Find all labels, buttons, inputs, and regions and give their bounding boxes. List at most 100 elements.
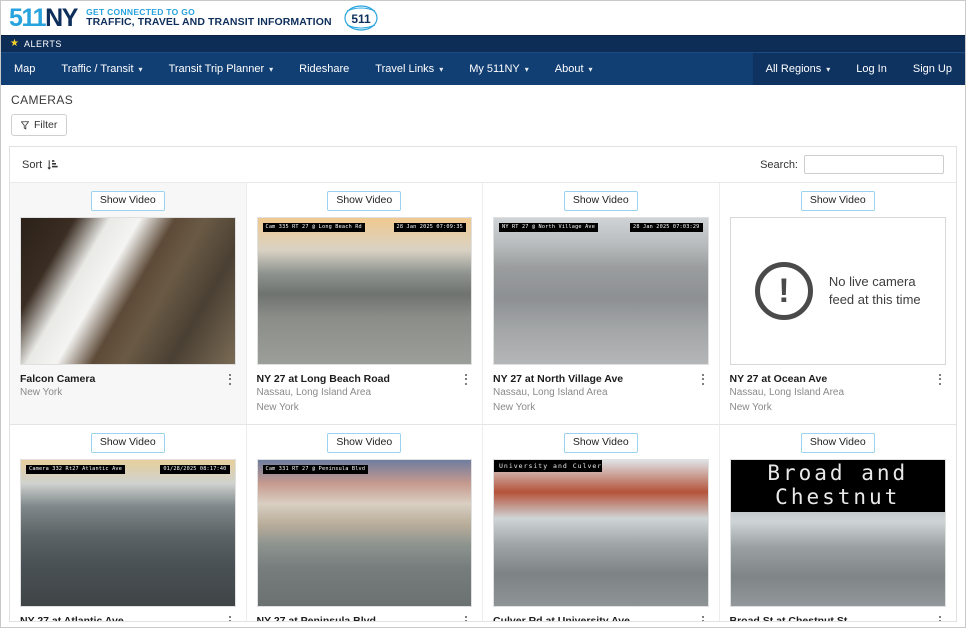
nav-label: Travel Links (375, 63, 435, 75)
camera-thumbnail[interactable]: Broad and Chestnut (729, 458, 946, 607)
camera-card: Show Video Cam 335 RT 27 @ Long Beach Rd 2… (246, 183, 483, 426)
camera-thumbnail[interactable] (20, 216, 236, 365)
camera-thumbnail[interactable]: Camera 332 Rt27 Atlantic Ave 01/28/2025 0… (20, 458, 236, 607)
camera-overlay-timestamp: 28 Jan 2025 07:09:35 (393, 222, 466, 233)
show-video-button[interactable]: Show Video (563, 191, 638, 211)
filter-label: Filter (34, 119, 58, 131)
kebab-menu-icon[interactable] (697, 373, 709, 386)
camera-overlay-timestamp: 28 Jan 2025 07:03:29 (630, 222, 703, 233)
svg-text:511: 511 (351, 12, 371, 26)
camera-region: Nassau, Long Island Area (256, 387, 372, 399)
chevron-down-icon: ▾ (269, 64, 274, 74)
cameras-grid: Show Video Falcon Camera New York Show Vide… (10, 183, 956, 622)
camera-overlay-banner: Broad and Chestnut (730, 459, 945, 512)
camera-overlay-timestamp: 01/28/2025 08:17:40 (160, 464, 230, 475)
nav-item-travel-links[interactable]: Travel Links ▾ (362, 53, 456, 85)
camera-meta: NY 27 at Peninsula BlvdNassau, Long Isla… (257, 614, 473, 621)
nav-item-log-in[interactable]: Log In (843, 53, 900, 85)
show-video-row: Show Video (730, 433, 947, 453)
nav-label: Transit Trip Planner (168, 63, 265, 75)
alerts-bar[interactable]: ★ ALERTS (1, 35, 965, 52)
cameras-toolbar: Sort Search: (10, 147, 956, 183)
tagline-line-2: TRAFFIC, TRAVEL AND TRANSIT INFORMATION (86, 15, 332, 28)
show-video-row: Show Video (257, 191, 473, 211)
show-video-button[interactable]: Show Video (90, 433, 165, 453)
kebab-menu-icon[interactable] (934, 615, 946, 621)
camera-meta: NY 27 at North Village Ave Nassau, Long I… (493, 372, 709, 416)
no-feed-placeholder: ! No live camera feed at this time (729, 216, 946, 365)
camera-state: New York (729, 401, 772, 413)
camera-card: Show Video Broad and Chestnut Broad St at … (719, 425, 956, 622)
nav-item-rideshare[interactable]: Rideshare (286, 53, 362, 85)
camera-meta: NY 27 at Ocean Ave Nassau, Long Island Ar… (730, 372, 947, 416)
chevron-down-icon: ▾ (524, 64, 529, 74)
filter-button[interactable]: Filter (11, 114, 68, 136)
page-title: CAMERAS (11, 93, 74, 107)
app-page: 511NY GET CONNECTED TO GO TRAFFIC, TRAVE… (0, 0, 966, 628)
cameras-panel: Sort Search: Show Video Falcon Camera New … (9, 146, 957, 622)
camera-name: Broad St at Chestnut St (729, 614, 848, 622)
kebab-menu-icon[interactable] (460, 373, 472, 386)
show-video-button[interactable]: Show Video (327, 433, 402, 453)
camera-state: New York (20, 387, 63, 399)
kebab-menu-icon[interactable] (460, 615, 472, 621)
brand-header: 511NY GET CONNECTED TO GO TRAFFIC, TRAVE… (1, 1, 965, 35)
nav-item-traffic-transit[interactable]: Traffic / Transit ▾ (48, 53, 155, 85)
main-navigation: Map Traffic / Transit ▾ Transit Trip Plan… (1, 52, 965, 85)
camera-name: Falcon Camera (20, 372, 96, 385)
nav-item-all-regions[interactable]: All Regions ▾ (753, 53, 844, 85)
search-control: Search: (760, 155, 944, 174)
camera-overlay-label: Cam 331 RT 27 @ Peninsula Blvd (262, 464, 369, 475)
camera-card: Show Video Camera 332 Rt27 Atlantic Ave 01… (10, 425, 247, 622)
no-feed-text-line-2: feed at this time (828, 291, 921, 307)
show-video-button[interactable]: Show Video (800, 191, 875, 211)
camera-meta: NY 27 at Long Beach Road Nassau, Long Isl… (257, 372, 473, 416)
kebab-menu-icon[interactable] (934, 373, 946, 386)
camera-meta: NY 27 at Atlantic AveNassau, Long Island… (20, 614, 236, 622)
search-input[interactable] (804, 155, 944, 174)
camera-card: Show Video Cam 331 RT 27 @ Peninsula Blvd… (246, 425, 483, 621)
camera-name: NY 27 at Atlantic Ave (20, 614, 124, 622)
site-logo[interactable]: 511NY (9, 3, 78, 32)
kebab-menu-icon[interactable] (224, 615, 236, 621)
camera-meta: Falcon Camera New York (20, 372, 236, 401)
nav-item-my-511ny[interactable]: My 511NY ▾ (456, 53, 542, 85)
nav-item-about[interactable]: About ▾ (542, 53, 606, 85)
camera-thumbnail[interactable]: Cam 331 RT 27 @ Peninsula Blvd (256, 458, 472, 607)
nav-label: All Regions (765, 63, 822, 75)
camera-thumbnail[interactable]: University and Culver (493, 458, 709, 607)
star-icon: ★ (10, 38, 19, 49)
camera-name: NY 27 at North Village Ave (493, 372, 624, 385)
camera-card: Show Video NY RT 27 @ North Village Ave 28… (483, 183, 720, 426)
search-label: Search: (760, 158, 798, 171)
show-video-button[interactable]: Show Video (563, 433, 638, 453)
funnel-icon (21, 120, 29, 130)
nav-label: Map (14, 63, 36, 75)
nav-label: My 511NY (469, 63, 520, 75)
camera-thumbnail[interactable]: Cam 335 RT 27 @ Long Beach Rd 28 Jan 2025… (256, 216, 472, 365)
chevron-down-icon: ▾ (439, 64, 444, 74)
camera-name: NY 27 at Long Beach Road (256, 372, 390, 385)
alerts-label: ALERTS (23, 39, 62, 49)
511-badge-icon: 511 (344, 5, 378, 31)
nav-item-map[interactable]: Map (1, 53, 48, 85)
nav-right-group: All Regions ▾ Log In Sign Up (752, 53, 965, 85)
show-video-button[interactable]: Show Video (800, 433, 875, 453)
nav-label: About (554, 63, 584, 75)
kebab-menu-icon[interactable] (224, 373, 236, 386)
show-video-button[interactable]: Show Video (90, 191, 165, 211)
nav-item-transit-trip-planner[interactable]: Transit Trip Planner ▾ (156, 53, 287, 85)
logo-ny-text: NY (45, 3, 78, 32)
sort-control[interactable]: Sort (22, 159, 58, 171)
camera-thumbnail[interactable]: NY RT 27 @ North Village Ave 28 Jan 2025 … (493, 216, 709, 365)
camera-state: New York (256, 401, 299, 413)
brand-tagline: GET CONNECTED TO GO TRAFFIC, TRAVEL AND … (86, 7, 332, 29)
show-video-button[interactable]: Show Video (327, 191, 402, 211)
show-video-row: Show Video (493, 191, 709, 211)
nav-item-sign-up[interactable]: Sign Up (900, 53, 965, 85)
no-feed-text: No live camera feed at this time (829, 273, 921, 308)
chevron-down-icon: ▾ (138, 64, 143, 74)
camera-overlay-label: Cam 335 RT 27 @ Long Beach Rd (262, 222, 365, 233)
kebab-menu-icon[interactable] (697, 615, 709, 621)
nav-label: Traffic / Transit (61, 63, 134, 75)
